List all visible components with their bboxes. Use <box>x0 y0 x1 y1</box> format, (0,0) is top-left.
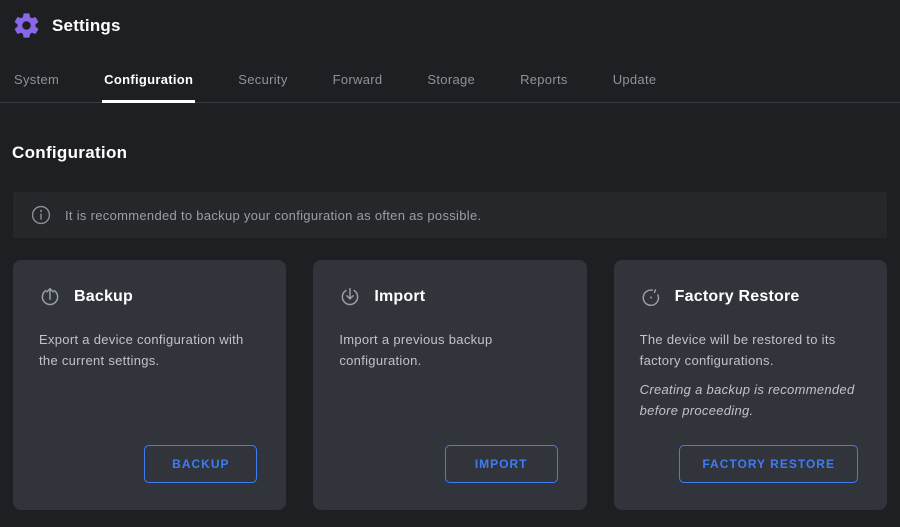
tab-bar: System Configuration Security Forward St… <box>0 62 900 103</box>
section-heading: Configuration <box>12 143 888 163</box>
import-card: Import Import a previous backup configur… <box>313 260 586 510</box>
backup-card-title: Backup <box>74 288 133 306</box>
factory-restore-card-title: Factory Restore <box>675 288 800 306</box>
info-banner: It is recommended to backup your configu… <box>13 192 887 238</box>
backup-card: Backup Export a device configuration wit… <box>13 260 286 510</box>
backup-card-description: Export a device configuration with the c… <box>39 329 262 371</box>
factory-restore-card: Factory Restore The device will be resto… <box>614 260 887 510</box>
tab-update[interactable]: Update <box>611 62 659 102</box>
app-header: Settings <box>0 0 900 48</box>
import-card-description: Import a previous backup configuration. <box>339 329 562 371</box>
factory-restore-button[interactable]: FACTORY RESTORE <box>679 445 858 483</box>
backup-card-header: Backup <box>39 286 262 308</box>
info-icon <box>30 204 52 226</box>
tab-reports[interactable]: Reports <box>518 62 570 102</box>
settings-gear-icon <box>12 11 41 40</box>
factory-restore-card-description: The device will be restored to its facto… <box>640 329 863 371</box>
tab-system[interactable]: System <box>12 62 61 102</box>
import-card-header: Import <box>339 286 562 308</box>
upload-icon <box>39 286 61 308</box>
tab-security[interactable]: Security <box>236 62 289 102</box>
restore-icon <box>640 286 662 308</box>
download-icon <box>339 286 361 308</box>
page-title: Settings <box>52 16 121 36</box>
tab-storage[interactable]: Storage <box>425 62 477 102</box>
info-banner-text: It is recommended to backup your configu… <box>65 208 481 223</box>
factory-restore-card-header: Factory Restore <box>640 286 863 308</box>
tab-configuration[interactable]: Configuration <box>102 62 195 102</box>
import-card-title: Import <box>374 288 425 306</box>
backup-button[interactable]: BACKUP <box>144 445 257 483</box>
import-button[interactable]: IMPORT <box>445 445 558 483</box>
action-cards: Backup Export a device configuration wit… <box>13 260 887 510</box>
tab-forward[interactable]: Forward <box>331 62 385 102</box>
factory-restore-card-note: Creating a backup is recommended before … <box>640 379 863 421</box>
